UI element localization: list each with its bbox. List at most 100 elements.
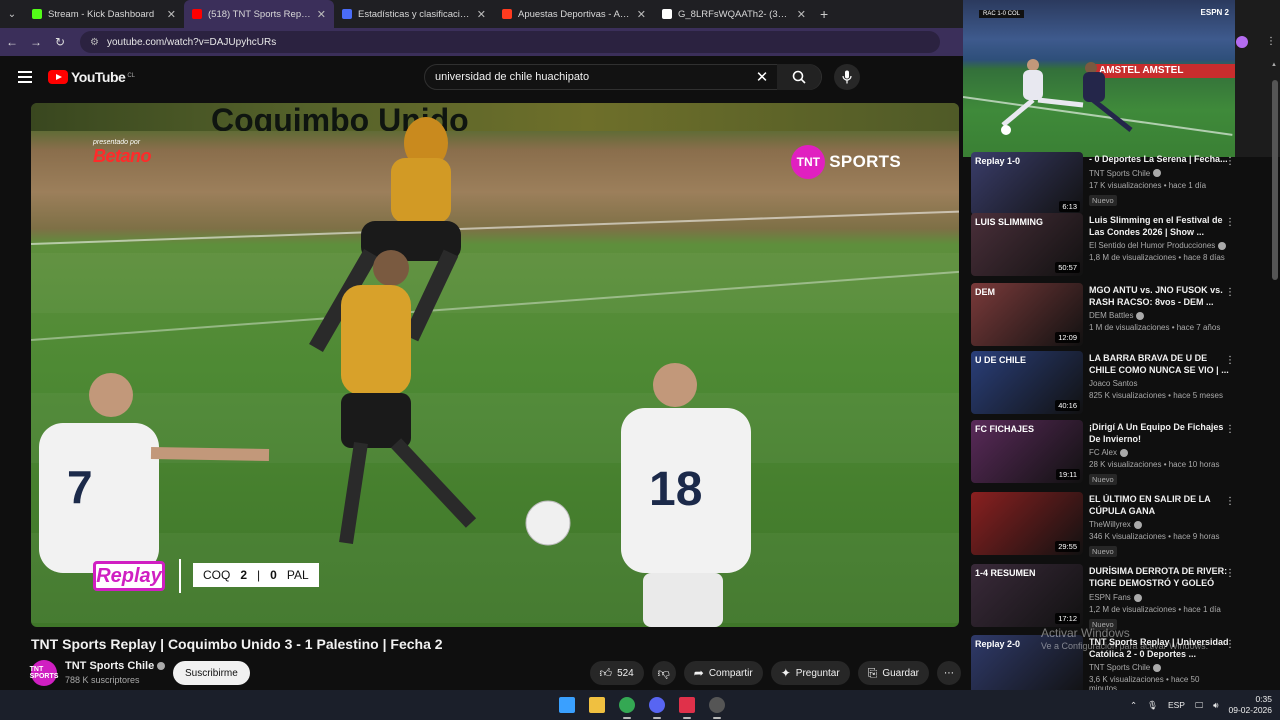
channel-name[interactable]: TheWillyrex	[1089, 520, 1229, 529]
video-duration: 50:57	[1055, 262, 1080, 273]
tab-title: Estadísticas y clasificación de Ju	[358, 8, 471, 20]
related-video-item[interactable]: Replay 1-0 6:13 - 0 Deportes La Serena | F…	[969, 152, 1241, 216]
channel-name[interactable]: DEM Battles	[1089, 311, 1229, 320]
tray-overflow-icon[interactable]: ⌃	[1130, 700, 1137, 711]
related-video-item[interactable]: U DE CHILE 40:16 LA BARRA BRAVA DE U DE CH…	[969, 351, 1241, 415]
back-icon[interactable]: ←	[0, 35, 24, 49]
tab-search-dropdown-icon[interactable]: ⌄	[0, 0, 24, 28]
address-bar[interactable]: ⚙ youtube.com/watch?v=DAJUpyhcURs	[80, 31, 940, 53]
more-options-icon[interactable]: ⋮	[1225, 424, 1235, 435]
video-title[interactable]: MGO ANTU vs. JNO FUSOK vs. RASH RACSO: 8…	[1089, 285, 1229, 308]
video-duration: 12:09	[1055, 332, 1080, 343]
subscriber-count: 788 K suscriptores	[65, 675, 140, 685]
new-tab-button[interactable]: +	[820, 6, 828, 22]
like-button[interactable]: 👍︎ 524	[589, 661, 644, 685]
close-tab-icon[interactable]: ✕	[167, 8, 176, 21]
browser-tab[interactable]: Apuestas Deportivas - Apuesta ✕	[494, 0, 654, 28]
youtube-logo[interactable]: YouTube CL	[48, 69, 135, 85]
browser-tab[interactable]: (518) TNT Sports Replay | C ✕	[184, 0, 334, 28]
channel-name[interactable]: Joaco Santos	[1089, 379, 1229, 388]
profile-avatar-icon[interactable]	[1236, 36, 1248, 48]
channel-name[interactable]: TNT Sports Chile	[65, 660, 166, 672]
browser-tab[interactable]: Stream - Kick Dashboard ✕	[24, 0, 184, 28]
windows-start-icon[interactable]	[556, 694, 578, 716]
channel-name[interactable]: El Sentido del Humor Producciones	[1089, 241, 1229, 250]
more-options-icon[interactable]: ⋮	[1225, 217, 1235, 228]
thumbnail-text: FC FICHAJES	[975, 424, 1035, 434]
related-video-item[interactable]: FC FICHAJES 19:11 ¡Dirigí A Un Equipo De F…	[969, 420, 1241, 485]
discord-icon[interactable]	[646, 694, 668, 719]
related-video-item[interactable]: DEM 12:09 MGO ANTU vs. JNO FUSOK vs. RASH …	[969, 283, 1241, 347]
more-options-icon[interactable]: ⋮	[1225, 156, 1235, 167]
video-thumbnail[interactable]: DEM 12:09	[971, 283, 1083, 346]
more-options-icon[interactable]: ⋮	[1225, 639, 1235, 650]
language-indicator[interactable]: ESP	[1168, 700, 1185, 710]
channel-name[interactable]: FC Alex	[1089, 448, 1229, 457]
reload-icon[interactable]: ↻	[48, 35, 72, 49]
save-button[interactable]: ⎘ Guardar	[857, 661, 929, 685]
video-thumbnail[interactable]: 29:55	[971, 492, 1083, 555]
view-count: 1,8 M de visualizaciones	[1089, 253, 1177, 262]
forward-icon[interactable]: →	[24, 35, 48, 49]
related-video-item[interactable]: 1-4 RESUMEN 17:12 DURÍSIMA DERROTA DE RIVE…	[969, 564, 1241, 630]
video-thumbnail[interactable]: LUIS SLIMMING 50:57	[971, 213, 1083, 276]
system-tray: ⌃ 🎙︎ ESP 🖵︎ 🔊︎ 0:35 09-02-2026	[1130, 690, 1272, 720]
more-options-icon[interactable]: ⋮	[1225, 355, 1235, 366]
video-thumbnail[interactable]: 1-4 RESUMEN 17:12	[971, 564, 1083, 627]
video-title[interactable]: ¡Dirigí A Un Equipo De Fichajes De Invie…	[1089, 422, 1229, 445]
app-red-icon-glyph	[679, 697, 695, 713]
browser-tab[interactable]: G_8LRFsWQAATh2- (394×382) ✕	[654, 0, 814, 28]
channel-name[interactable]: TNT Sports Chile	[1089, 169, 1229, 178]
video-title[interactable]: DURÍSIMA DERROTA DE RIVER: TIGRE DEMOSTR…	[1089, 566, 1229, 590]
search-box[interactable]: universidad de chile huachipato ✕	[424, 64, 822, 90]
related-video-item[interactable]: 29:55 EL ÚLTIMO EN SALIR DE LA CÚPULA GAN…	[969, 492, 1241, 557]
site-info-icon[interactable]: ⚙	[90, 37, 99, 48]
browser-tab[interactable]: Estadísticas y clasificación de Ju ✕	[334, 0, 494, 28]
close-tab-icon[interactable]: ✕	[477, 8, 486, 21]
browser-menu-icon[interactable]: ⋮	[1266, 36, 1276, 47]
video-thumbnail[interactable]: Replay 1-0 6:13	[971, 152, 1083, 215]
dislike-button[interactable]: 👎︎	[651, 661, 676, 685]
volume-icon[interactable]: 🔊︎	[1213, 700, 1218, 711]
picture-in-picture-window[interactable]: RAC 1-0 COL ESPN 2 AMSTEL AMSTEL	[963, 0, 1235, 157]
more-options-icon[interactable]: ⋮	[1225, 568, 1235, 579]
close-tab-icon[interactable]: ✕	[317, 8, 326, 21]
video-thumbnail[interactable]: FC FICHAJES 19:11	[971, 420, 1083, 483]
video-player[interactable]: Coquimbo Unido 7 18 presentado por Betan	[31, 103, 959, 627]
page-scrollbar[interactable]	[1272, 60, 1278, 690]
channel-name[interactable]: TNT Sports Chile	[1089, 663, 1229, 672]
microphone-tray-icon[interactable]: 🎙︎	[1147, 700, 1158, 711]
network-icon[interactable]: 🖵︎	[1195, 700, 1203, 711]
subscribe-button[interactable]: Suscribirme	[173, 661, 250, 685]
menu-icon[interactable]	[18, 68, 32, 86]
related-video-item[interactable]: LUIS SLIMMING 50:57 Luis Slimming en el Fe…	[969, 213, 1241, 277]
file-explorer-icon[interactable]	[586, 694, 608, 716]
thumbnail-text: 1-4 RESUMEN	[975, 568, 1036, 578]
close-tab-icon[interactable]: ✕	[797, 8, 806, 21]
search-button[interactable]	[777, 64, 821, 90]
search-input[interactable]: universidad de chile huachipato	[425, 71, 747, 83]
video-title[interactable]: EL ÚLTIMO EN SALIR DE LA CÚPULA GANA	[1089, 494, 1229, 517]
ask-button[interactable]: ✦ Preguntar	[770, 661, 850, 685]
channel-name[interactable]: ESPN Fans	[1089, 593, 1229, 602]
chrome-icon[interactable]	[616, 694, 638, 719]
more-options-icon[interactable]: ⋮	[1225, 496, 1235, 507]
share-button[interactable]: ➦ Compartir	[683, 661, 763, 685]
channel-avatar[interactable]: TNT SPORTS	[30, 660, 58, 686]
close-tab-icon[interactable]: ✕	[637, 8, 646, 21]
voice-search-button[interactable]	[834, 64, 860, 90]
video-title[interactable]: - 0 Deportes La Serena | Fecha...	[1089, 154, 1229, 166]
thumbnail-text: LUIS SLIMMING	[975, 217, 1043, 227]
obs-icon[interactable]	[706, 694, 728, 719]
more-actions-button[interactable]: ⋯	[937, 661, 961, 685]
video-thumbnail[interactable]: U DE CHILE 40:16	[971, 351, 1083, 414]
clear-search-icon[interactable]: ✕	[747, 68, 777, 86]
app-red-icon[interactable]	[676, 694, 698, 719]
video-title[interactable]: LA BARRA BRAVA DE U DE CHILE COMO NUNCA …	[1089, 353, 1229, 376]
more-options-icon[interactable]: ⋮	[1225, 287, 1235, 298]
clock[interactable]: 0:35 09-02-2026	[1229, 694, 1272, 716]
video-title[interactable]: Luis Slimming en el Festival de Las Cond…	[1089, 215, 1229, 238]
thumbnail-text: Replay 1-0	[975, 156, 1021, 166]
scrollbar-thumb[interactable]	[1272, 80, 1278, 280]
sponsor-overlay: presentado por Betano	[93, 139, 152, 166]
